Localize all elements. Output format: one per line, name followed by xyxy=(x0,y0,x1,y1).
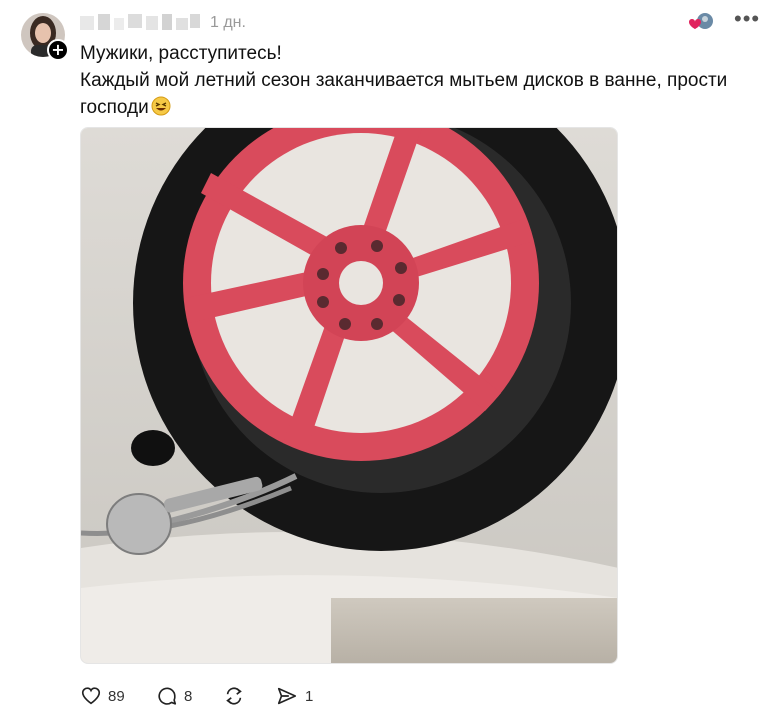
like-button[interactable]: 89 xyxy=(80,684,125,708)
more-icon[interactable]: ••• xyxy=(734,8,760,30)
repost-button[interactable] xyxy=(222,684,246,708)
post-photo[interactable] xyxy=(80,127,618,664)
follow-plus-icon[interactable]: + xyxy=(47,39,69,61)
avatar-container[interactable]: + xyxy=(21,13,69,61)
reply-icon xyxy=(158,687,177,705)
reaction-summary[interactable] xyxy=(685,10,715,34)
post-text-line-2: Каждый мой летний сезон заканчивается мы… xyxy=(80,67,740,121)
repost-icon xyxy=(226,687,242,705)
reply-button[interactable]: 8 xyxy=(156,684,192,708)
share-button[interactable]: 1 xyxy=(275,684,313,708)
like-count: 89 xyxy=(108,687,125,705)
post-text-line-1: Мужики, расступитесь! xyxy=(80,43,282,64)
username-blurred[interactable] xyxy=(80,12,202,32)
heart-icon xyxy=(81,687,101,705)
post-body: Мужики, расступитесь! Каждый мой летний … xyxy=(80,40,740,121)
share-icon xyxy=(277,687,297,705)
post-text-line-2-text: Каждый мой летний сезон заканчивается мы… xyxy=(80,70,728,118)
reply-count: 8 xyxy=(184,687,193,705)
share-count: 1 xyxy=(305,687,314,705)
laughing-face-icon xyxy=(151,96,171,116)
heart-reaction-icon xyxy=(689,19,701,29)
post-timestamp: 1 дн. xyxy=(210,14,246,31)
